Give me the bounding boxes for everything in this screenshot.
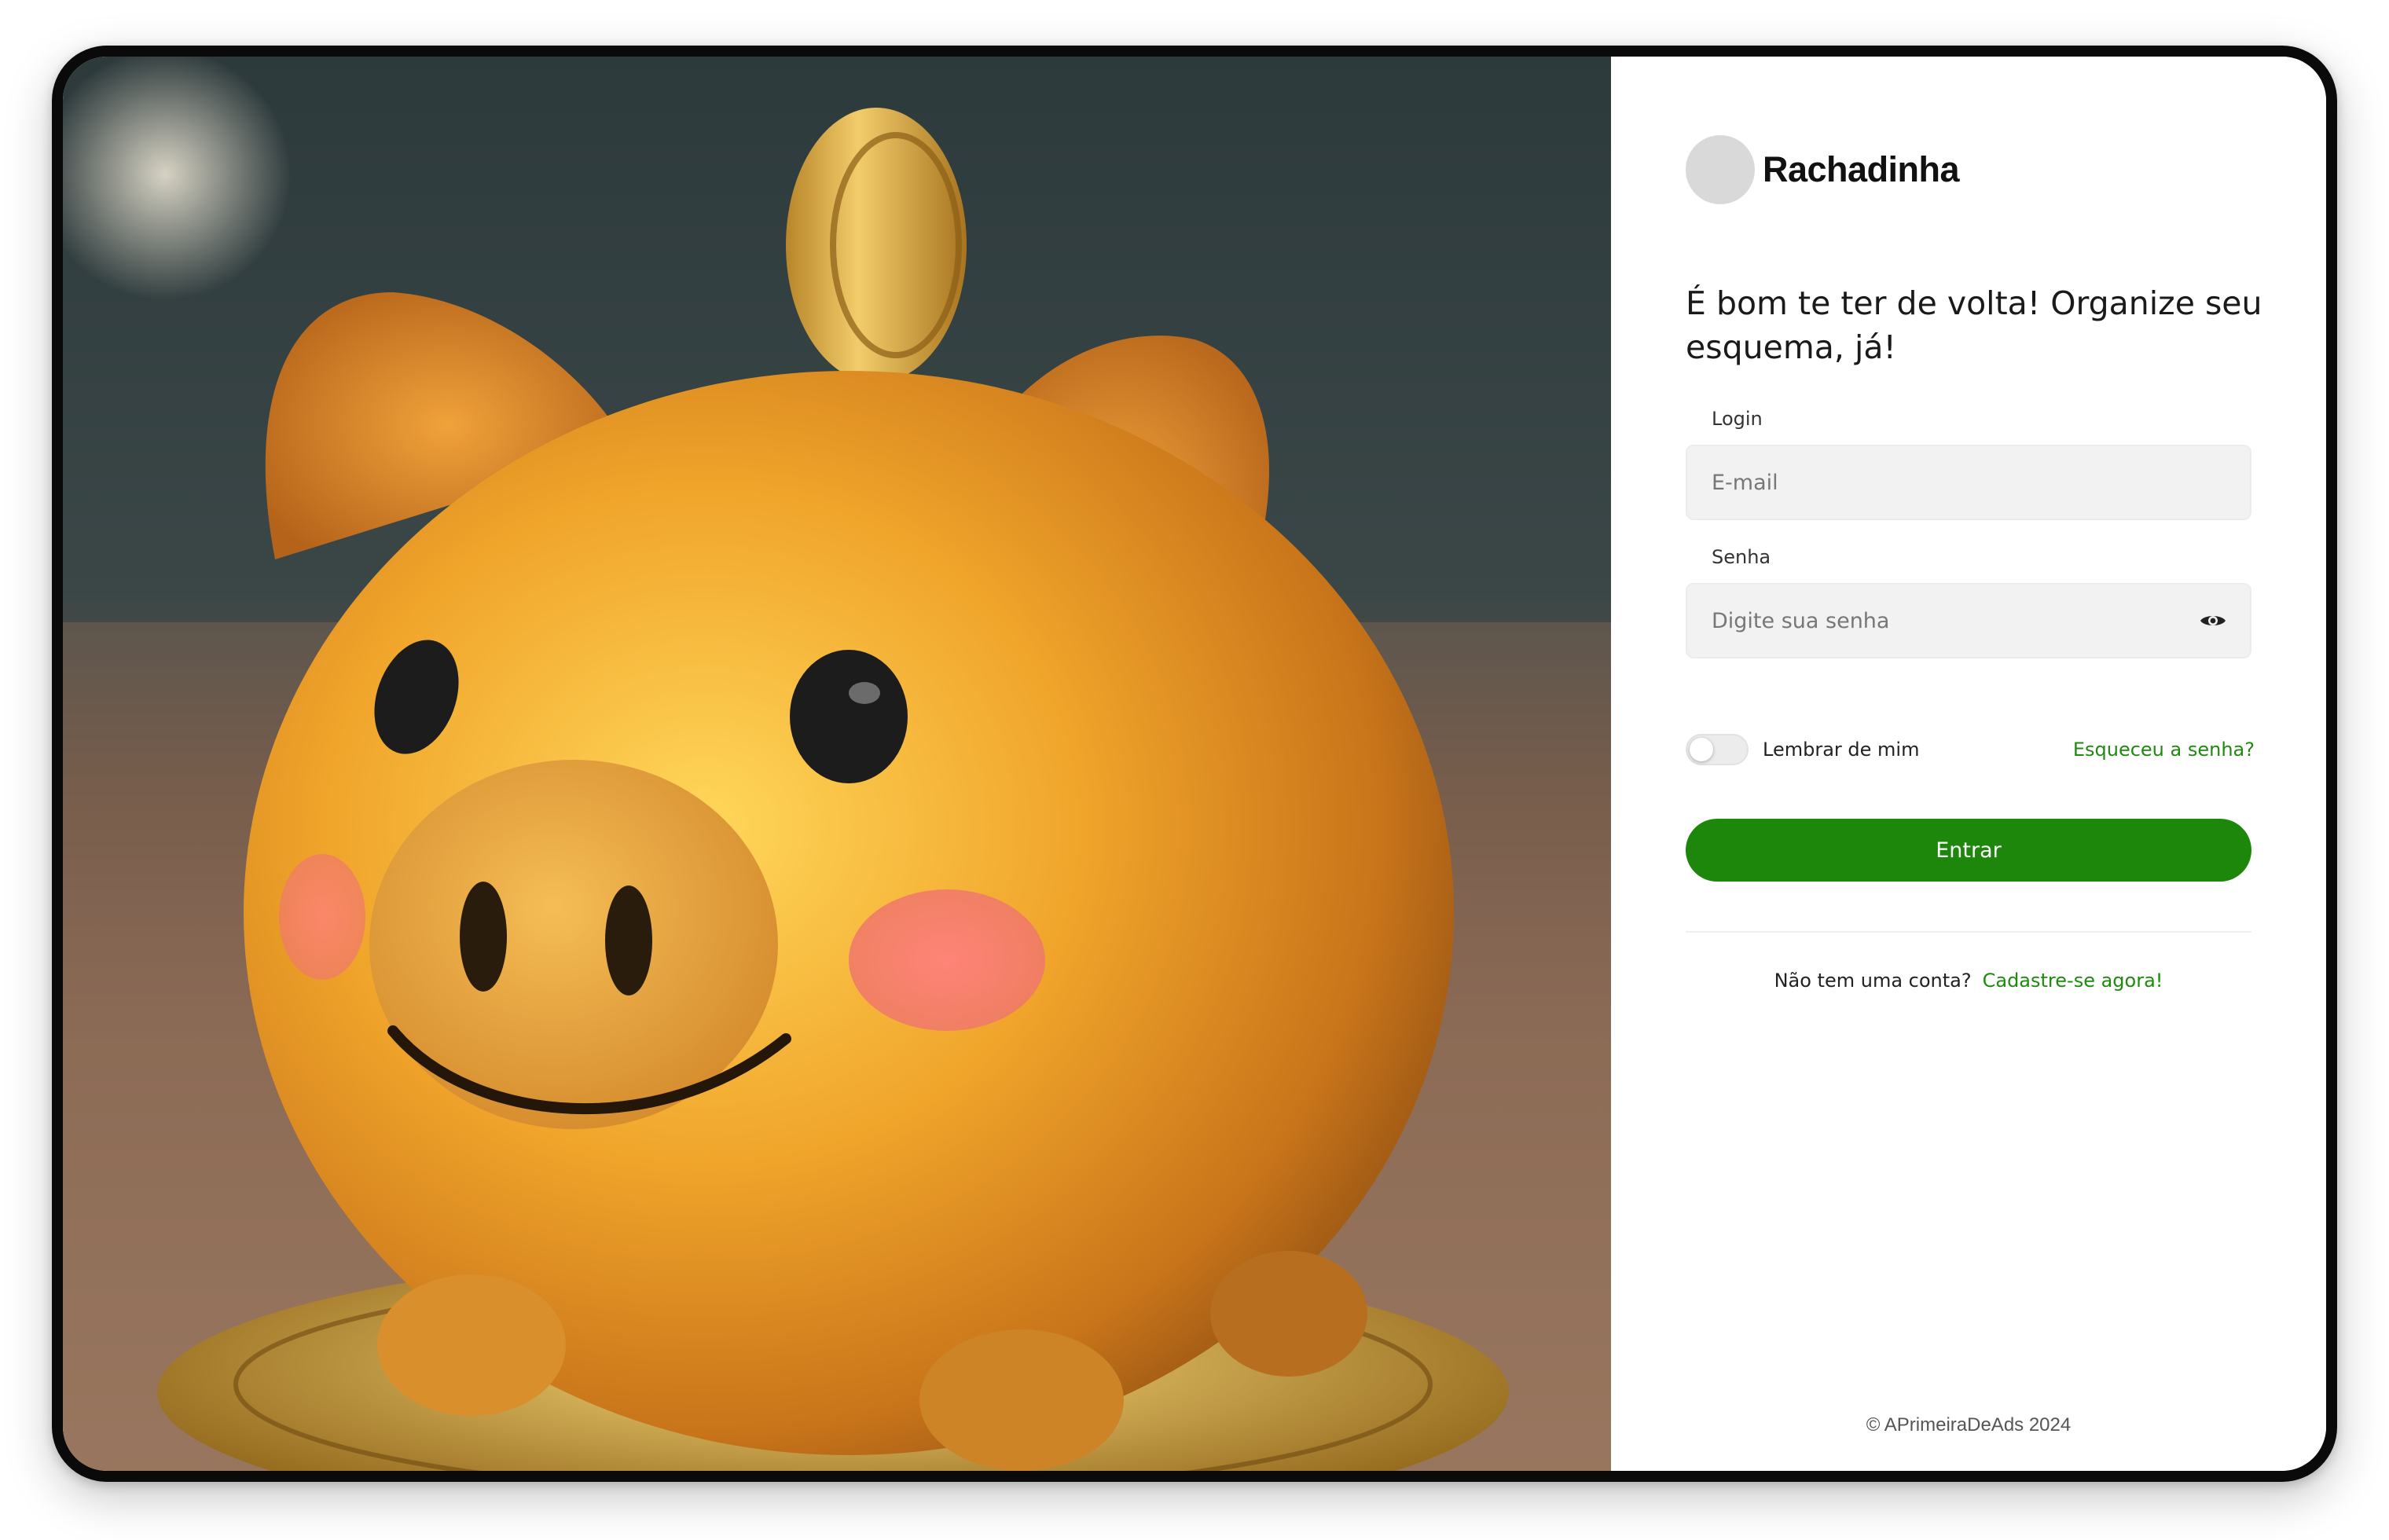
brand: Rachadinha <box>1686 135 1960 204</box>
remember-me: Lembrar de mim <box>1686 734 1919 765</box>
remember-label: Lembrar de mim <box>1763 739 1920 761</box>
email-label: Login <box>1712 408 1763 430</box>
signup-prompt: Não tem uma conta? Cadastre-se agora! <box>1686 970 2251 992</box>
page-title: É bom te ter de volta! Organize seu esqu… <box>1686 284 2262 366</box>
password-label: Senha <box>1712 546 1771 568</box>
page: Rachadinha É bom te ter de volta! Organi… <box>0 0 2389 1540</box>
email-field[interactable] <box>1687 446 2250 519</box>
password-field[interactable] <box>1687 585 2250 657</box>
password-field-wrapper <box>1686 583 2251 658</box>
brand-logo <box>1686 135 1755 204</box>
login-panel: Rachadinha É bom te ter de volta! Organi… <box>1611 57 2326 1471</box>
app-window: Rachadinha É bom te ter de volta! Organi… <box>63 57 2326 1471</box>
divider <box>1686 931 2251 933</box>
piggy-bank-illustration <box>63 57 1611 1471</box>
hero-image <box>63 57 1611 1471</box>
brand-name: Rachadinha <box>1763 149 1960 189</box>
email-field-wrapper <box>1686 445 2251 520</box>
device-frame: Rachadinha É bom te ter de volta! Organi… <box>52 46 2337 1482</box>
forgot-password-link[interactable]: Esqueceu a senha? <box>2073 739 2255 761</box>
login-button[interactable]: Entrar <box>1686 819 2251 882</box>
signup-text: Não tem uma conta? <box>1774 970 1972 992</box>
toggle-knob <box>1690 738 1713 761</box>
remember-toggle[interactable] <box>1686 734 1749 765</box>
copyright: © APrimeiraDeAds 2024 <box>1866 1414 2072 1436</box>
signup-link[interactable]: Cadastre-se agora! <box>1983 970 2163 992</box>
eye-icon[interactable] <box>2200 612 2226 629</box>
